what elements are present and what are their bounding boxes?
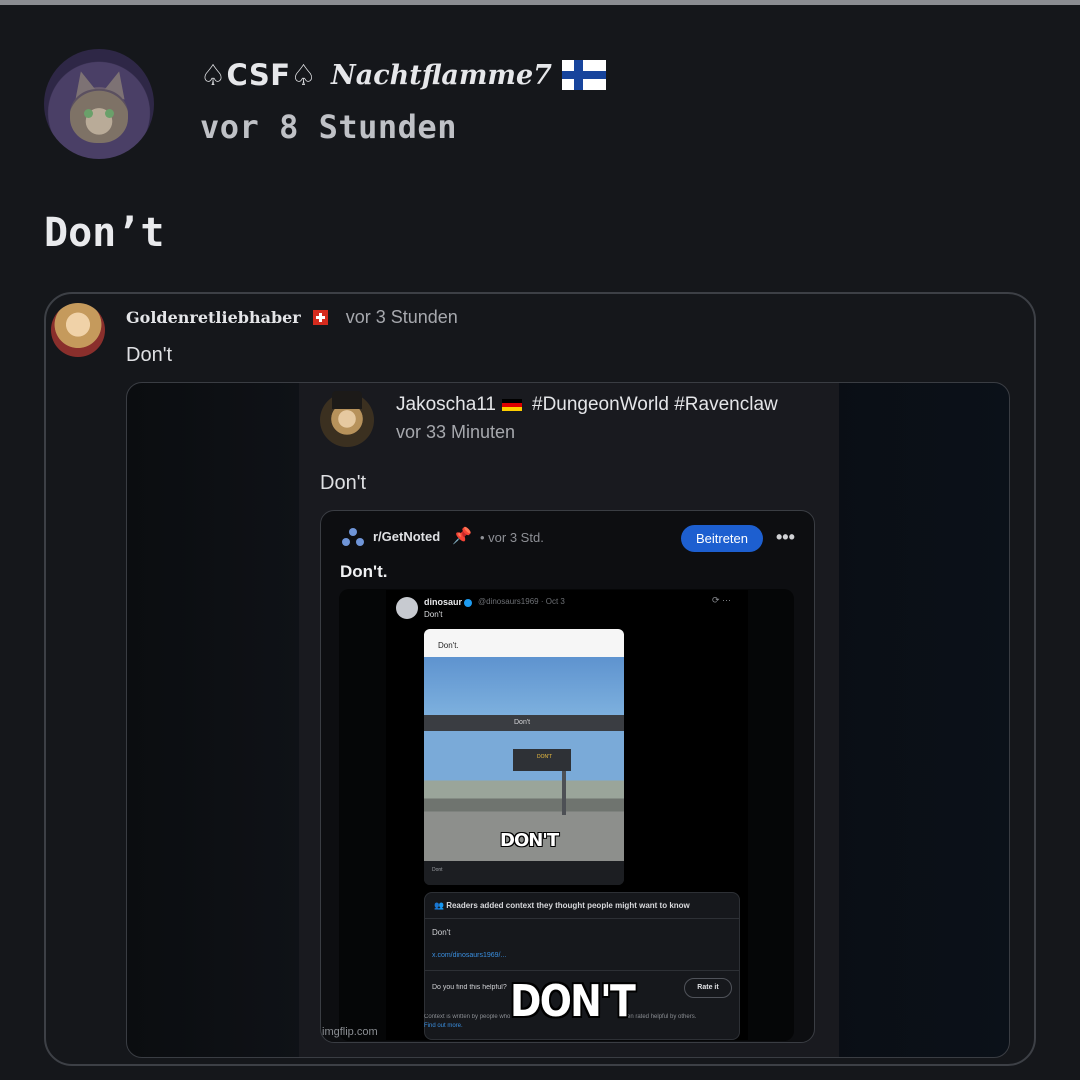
meme-footer-text: Dont: [432, 867, 443, 873]
note-footer-left: Context is written by people who use X,: [424, 1014, 510, 1020]
community-icon-dot: [349, 528, 357, 536]
meme-label: Don't: [514, 719, 531, 726]
community-icon: [342, 528, 364, 548]
meme-footer-bar: [424, 861, 624, 885]
username-prefix: ♤CSF♤: [200, 58, 318, 92]
nested-author: Jakoscha11 #DungeonWorld #Ravenclaw: [396, 394, 778, 416]
find-out-more-link: Find out more.: [424, 1023, 463, 1029]
highway-sign: [513, 749, 571, 771]
meme-overlay-text: DON'T: [500, 830, 559, 851]
meme-caption: Don't.: [438, 641, 459, 650]
tweet-avatar: [396, 597, 418, 619]
join-button: Beitreten: [681, 525, 763, 552]
tweet-menu: ⟳ ···: [712, 595, 732, 605]
sign-post: [562, 771, 566, 815]
nested-body: Don't: [320, 472, 367, 494]
germany-flag-icon: [502, 399, 522, 411]
tweet-handle: @dinosaurs1969 · Oct 3: [478, 597, 565, 606]
community-icon-dot: [342, 538, 350, 546]
quoted-avatar[interactable]: [51, 303, 105, 357]
quoted-username: Goldenretliebhaber: [126, 307, 301, 327]
tweet-author: dinosaur: [424, 597, 473, 607]
avatar-cat-face: [70, 89, 128, 143]
divider: [424, 970, 740, 971]
divider: [424, 918, 740, 919]
tweet-text: Don't: [424, 610, 443, 619]
nested-tags: #DungeonWorld #Ravenclaw: [532, 394, 778, 415]
more-options-icon: •••: [776, 527, 795, 547]
post-timestamp: vor 8 Stunden: [200, 108, 457, 146]
rate-it-button: Rate it: [684, 978, 732, 998]
nested-timestamp: vor 33 Minuten: [396, 422, 516, 442]
avatar-cat-eye: [105, 109, 114, 118]
pin-icon: 📌: [452, 526, 472, 545]
community-note-header-text: Readers added context they thought peopl…: [446, 901, 690, 910]
community-note-link: x.com/dinosaurs1969/...: [432, 952, 507, 959]
quoted-timestamp: vor 3 Stunden: [345, 306, 458, 327]
post-author[interactable]: ♤CSF♤ Nachtflamme7: [200, 57, 606, 93]
nested-username: Jakoscha11: [396, 394, 496, 415]
subreddit-name: r/GetNoted: [373, 529, 441, 544]
username-script: Nachtflamme7: [331, 59, 552, 91]
post-body: Don’t: [44, 210, 165, 256]
community-icon-dot: [356, 538, 364, 546]
top-bar: [0, 0, 1080, 5]
avatar[interactable]: [44, 49, 154, 159]
switzerland-flag-icon: [312, 309, 328, 325]
big-overlay-text: DON'T: [510, 976, 636, 1027]
community-note-header: 👥 Readers added context they thought peo…: [434, 901, 690, 910]
avatar-cat-eye: [84, 109, 93, 118]
imgflip-watermark: imgflip.com: [322, 1026, 378, 1038]
quoted-body: Don't: [126, 344, 173, 366]
community-note-text: Don't: [432, 928, 451, 937]
finland-flag-icon: [561, 60, 606, 90]
reddit-time: • vor 3 Std.: [480, 530, 544, 545]
reddit-title: Don't.: [340, 562, 388, 581]
helpful-question: Do you find this helpful?: [432, 984, 507, 991]
nested-avatar: [320, 391, 374, 447]
quoted-author[interactable]: Goldenretliebhaber vor 3 Stunden: [126, 305, 458, 329]
meme-sky: [424, 657, 624, 715]
people-icon: 👥: [434, 901, 447, 910]
highway-sign-text: DON'T: [537, 754, 553, 760]
tweet-author-name: dinosaur: [424, 597, 463, 607]
verified-icon: [464, 598, 473, 607]
